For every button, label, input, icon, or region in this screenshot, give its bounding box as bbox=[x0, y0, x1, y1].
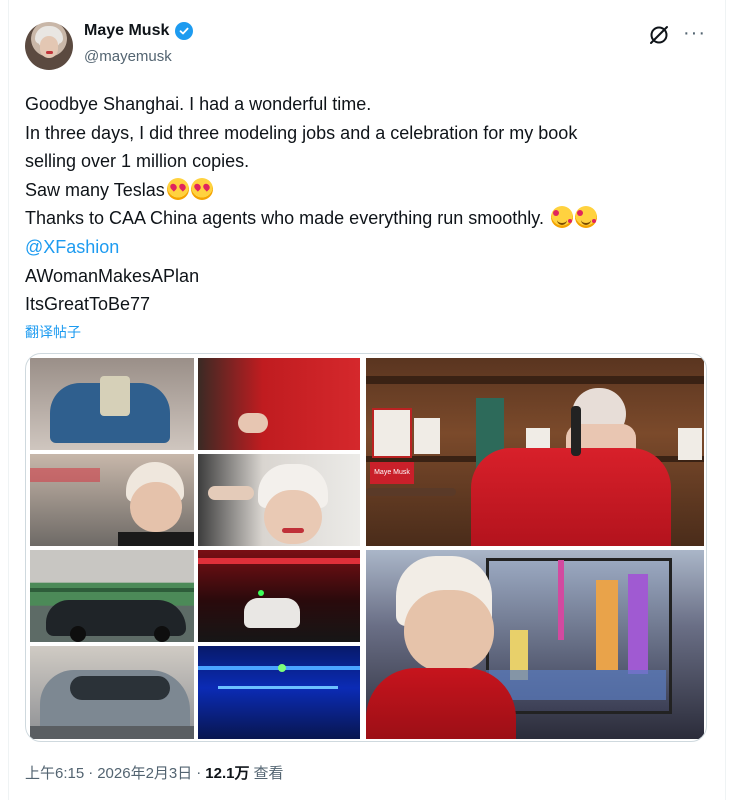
tweet-line: Goodbye Shanghai. I had a wonderful time… bbox=[25, 94, 372, 114]
tweet-line-text: Saw many Teslas bbox=[25, 179, 165, 200]
book-signing-photo[interactable]: Maye Musk bbox=[366, 358, 704, 546]
tweet-footer: 上午6:15 · 2026年2月3日 · 12.1万 查看 bbox=[25, 762, 283, 783]
smiling-face-with-hearts-emoji bbox=[574, 206, 597, 229]
tweet-line-text: Thanks to CAA China agents who made ever… bbox=[25, 208, 544, 229]
separator: · bbox=[88, 764, 94, 781]
views-count: 12.1万 bbox=[205, 765, 250, 782]
tweet-hashtag-text: ItsGreatToBe77 bbox=[25, 294, 151, 315]
parked-tesla-photo[interactable] bbox=[30, 646, 194, 739]
tweet-text: Goodbye Shanghai. I had a wonderful time… bbox=[25, 90, 705, 319]
tweet-line: In three days, I did three modeling jobs… bbox=[25, 122, 578, 143]
tweet-date[interactable]: 2026年2月3日 bbox=[97, 762, 192, 783]
book-sign-label: Maye Musk bbox=[370, 462, 414, 484]
mention-link[interactable]: @XFashion bbox=[25, 237, 119, 257]
author-name-row[interactable]: Maye Musk bbox=[84, 22, 194, 40]
heart-eyes-emoji bbox=[190, 177, 213, 200]
separator: · bbox=[196, 764, 202, 781]
author-handle[interactable]: @mayemusk bbox=[84, 48, 172, 65]
avatar-lips bbox=[46, 51, 53, 54]
tweet-hashtag-text: AWomanMakesAPlan bbox=[25, 265, 200, 286]
shanghai-skyline-portrait-photo[interactable] bbox=[366, 550, 704, 739]
grok-icon[interactable] bbox=[648, 24, 670, 46]
red-lit-tunnel-photo[interactable] bbox=[198, 550, 360, 642]
avatar[interactable] bbox=[25, 22, 73, 70]
hair-styling-photo[interactable] bbox=[198, 454, 360, 546]
tweet-line-teslas: Saw many Teslas bbox=[25, 176, 705, 205]
tesla-on-bridge-photo[interactable] bbox=[30, 550, 194, 642]
tweet-line: selling over 1 million copies. bbox=[25, 151, 250, 172]
author-name[interactable]: Maye Musk bbox=[84, 22, 169, 40]
heart-eyes-emoji bbox=[166, 177, 189, 200]
tweet-line-thanks: Thanks to CAA China agents who made ever… bbox=[25, 204, 705, 233]
blue-lit-bridge-photo[interactable] bbox=[198, 646, 360, 739]
smiling-face-with-hearts-emoji bbox=[550, 206, 573, 229]
avatar-face bbox=[40, 36, 58, 58]
tweet-time[interactable]: 上午6:15 bbox=[25, 762, 84, 783]
verified-badge-icon[interactable] bbox=[175, 22, 194, 40]
more-options-icon[interactable]: ··· bbox=[683, 22, 706, 45]
car-window-portrait-photo[interactable] bbox=[30, 454, 194, 546]
views-label: 查看 bbox=[253, 765, 284, 782]
woman-in-blue-coat-photo[interactable] bbox=[30, 358, 194, 450]
media-grid: Maye Musk bbox=[25, 353, 707, 742]
red-jacket-photo[interactable] bbox=[198, 358, 360, 450]
translate-post-link[interactable]: 翻译帖子 bbox=[25, 322, 81, 342]
